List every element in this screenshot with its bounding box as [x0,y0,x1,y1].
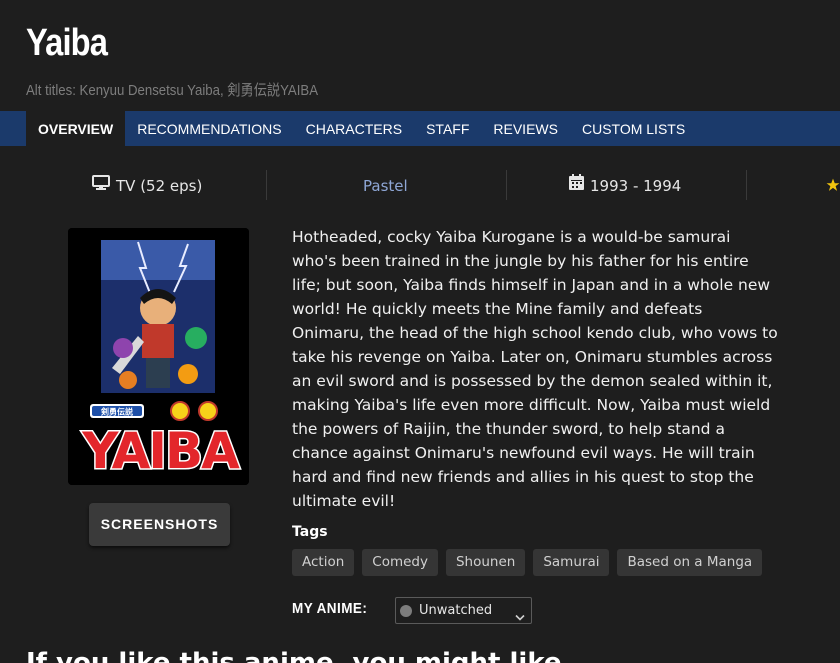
tag-shounen[interactable]: Shounen [445,549,526,576]
tab-reviews[interactable]: REVIEWS [481,111,570,146]
poster-logo-text: YAIBA [81,422,240,480]
info-divider [746,170,747,200]
tag-comedy[interactable]: Comedy [362,549,438,576]
poster-banner-text: 剣勇伝説 [100,407,133,417]
tag-action[interactable]: Action [292,549,355,576]
tab-bar: OVERVIEW RECOMMENDATIONS CHARACTERS STAF… [0,111,840,146]
tag-list: Action Comedy Shounen Samurai Based on a… [292,549,763,576]
status-dot [400,605,412,617]
screenshots-button[interactable]: SCREENSHOTS [89,503,230,546]
studio-link[interactable]: Pastel [363,168,408,204]
format-text: TV (52 eps) [116,177,203,195]
tab-overview[interactable]: OVERVIEW [26,111,126,146]
info-bar: TV (52 eps) Pastel 1993 - 1994 [0,168,840,204]
tv-icon [92,167,110,203]
years-text: 1993 - 1994 [590,177,682,195]
tab-recommendations[interactable]: RECOMMENDATIONS [125,111,293,146]
recommendations-heading: If you like this anime, you might like..… [26,648,592,663]
synopsis: Hotheaded, cocky Yaiba Kurogane is a wou… [292,228,778,510]
chevron-down-icon [515,606,525,631]
page-title: Yaiba [26,22,108,64]
poster-image[interactable]: 剣勇伝説 YAIBA [68,228,249,485]
tag-based-on-manga[interactable]: Based on a Manga [617,549,763,576]
tab-staff[interactable]: STAFF [414,111,481,146]
my-anime-label: MY ANIME: [292,600,368,617]
tab-characters[interactable]: CHARACTERS [294,111,414,146]
tag-samurai[interactable]: Samurai [533,549,610,576]
alt-titles: Alt titles: Kenyuu Densetsu Yaiba, 剣勇伝説Y… [26,82,319,99]
info-divider [266,170,267,200]
calendar-icon [569,167,584,203]
star-icon [826,168,840,204]
format-info: TV (52 eps) [92,168,202,204]
tags-heading: Tags [292,524,328,540]
watch-status-select[interactable]: Unwatched [395,597,532,624]
years-info: 1993 - 1994 [569,168,681,204]
status-value: Unwatched [419,603,493,618]
info-divider [506,170,507,200]
tab-custom-lists[interactable]: CUSTOM LISTS [570,111,697,146]
